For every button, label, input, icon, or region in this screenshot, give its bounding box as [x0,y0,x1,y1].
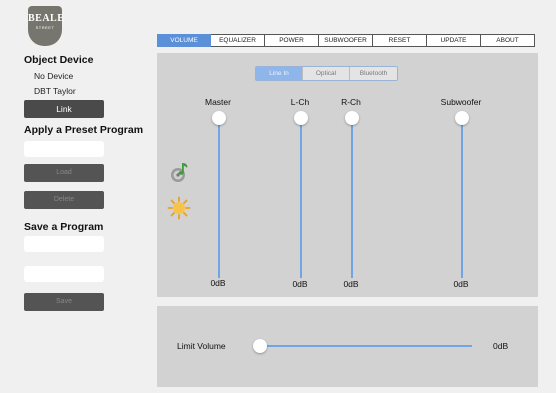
limit-value: 0dB [493,341,509,351]
music-disc-icon[interactable] [167,160,191,184]
load-button[interactable]: Load [24,164,104,182]
delete-button[interactable]: Delete [24,191,104,209]
l-ch-slider-track[interactable] [300,117,302,278]
subwoofer-slider-track[interactable] [461,117,463,278]
limit-volume-label: Limit Volume [177,341,226,351]
tab-volume[interactable]: VOLUME [157,34,211,47]
limit-slider-knob[interactable] [253,339,267,353]
save-program-heading: Save a Program [24,221,104,233]
object-device-heading: Object Device [24,54,94,66]
tab-power[interactable]: POWER [265,34,319,47]
tab-update[interactable]: UPDATE [427,34,481,47]
logo-subtext: STREET [35,25,55,30]
limit-slider-track[interactable] [262,345,472,347]
save-button[interactable]: Save [24,293,104,311]
brand-logo: BEALE STREET [28,6,65,46]
volume-panel [157,53,538,297]
input-selector: Line In Optical Bluetooth [255,66,398,81]
master-value: 0dB [210,278,226,288]
program-name-input[interactable] [24,236,104,252]
preset-input[interactable] [24,141,104,157]
tab-reset[interactable]: RESET [373,34,427,47]
slider-label-r-ch: R-Ch [341,97,361,107]
link-button[interactable]: Link [24,100,104,118]
l-ch-slider-knob[interactable] [294,111,308,125]
subwoofer-slider-knob[interactable] [455,111,469,125]
input-optical[interactable]: Optical [303,67,350,80]
tab-bar: VOLUME EQUALIZER POWER SUBWOOFER RESET U… [157,34,535,47]
input-bluetooth[interactable]: Bluetooth [350,67,397,80]
subwoofer-value: 0dB [453,279,469,289]
program-slot-input[interactable] [24,266,104,282]
tab-equalizer[interactable]: EQUALIZER [211,34,265,47]
device-item-none[interactable]: No Device [34,71,73,81]
r-ch-slider-track[interactable] [351,117,353,278]
master-slider-knob[interactable] [212,111,226,125]
logo-text: BEALE [28,13,65,24]
tab-subwoofer[interactable]: SUBWOOFER [319,34,373,47]
r-ch-slider-knob[interactable] [345,111,359,125]
slider-label-subwoofer: Subwoofer [440,97,482,107]
sun-icon[interactable] [167,196,191,220]
master-slider-track[interactable] [218,117,220,278]
device-item-dbt-taylor[interactable]: DBT Taylor [34,86,76,96]
tab-about[interactable]: ABOUT [481,34,535,47]
r-ch-value: 0dB [343,279,359,289]
apply-preset-heading: Apply a Preset Program [24,124,144,136]
slider-label-master: Master [205,97,231,107]
input-line-in[interactable]: Line In [256,67,303,80]
